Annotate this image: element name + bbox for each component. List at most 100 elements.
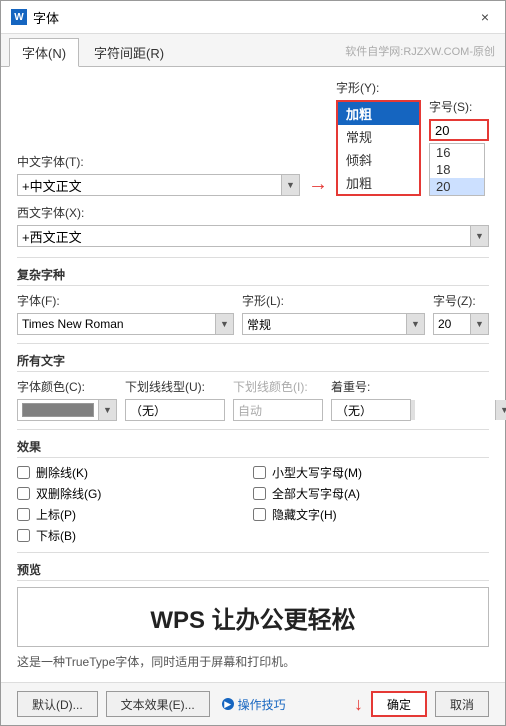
emphasis-input[interactable] [332,403,495,417]
complex-size-input[interactable] [434,317,470,331]
complex-font-select-wrap[interactable]: ▼ [17,313,234,335]
tab-spacing[interactable]: 字符间距(R) [81,38,177,66]
emphasis-label: 着重号: [331,378,411,395]
emphasis-wrap[interactable]: ▼ [331,399,411,421]
complex-font-label: 字体(F): [17,292,234,309]
superscript-checkbox[interactable] [17,508,30,521]
double-strikethrough-label: 双删除线(G) [36,485,101,502]
dialog-content: 中文字体(T): ▼ → 字形(Y): 加粗 常规 倾斜 加粗 [1,67,505,682]
checkbox-strikethrough: 删除线(K) [17,464,253,481]
underline-type-label: 下划线线型(U): [125,378,225,395]
small-caps-checkbox[interactable] [253,466,266,479]
size-label: 字号(S): [429,98,489,115]
small-caps-label: 小型大写字母(M) [272,464,362,481]
complex-style-arrow[interactable]: ▼ [406,314,424,334]
size-item-18[interactable]: 18 [430,161,484,178]
title-bar: W 字体 × [1,1,505,34]
style-option-bold[interactable]: 加粗 [338,102,419,125]
superscript-label: 上标(P) [36,506,76,523]
western-font-row: 西文字体(X): ▼ [17,204,489,247]
style-label: 字形(Y): [336,79,421,96]
size-item-16[interactable]: 16 [430,144,484,161]
style-option-italic[interactable]: 倾斜 [338,148,419,171]
default-button[interactable]: 默认(D)... [17,691,98,717]
complex-font-input[interactable] [18,317,215,331]
effects-label: 效果 [17,438,489,458]
complex-style-select-wrap[interactable]: ▼ [242,313,425,335]
complex-size-label: 字号(Z): [433,292,489,309]
bottom-buttons: 默认(D)... 文本效果(E)... ▶ 操作技巧 ↓ 确定 取消 [1,682,505,725]
complex-style-label: 字形(L): [242,292,425,309]
chinese-font-dropdown-arrow[interactable]: ▼ [281,175,299,195]
size-input-wrap[interactable] [429,119,489,141]
underline-color-wrap[interactable]: ▼ [233,399,323,421]
font-color-select-wrap[interactable]: ▼ [17,399,117,421]
complex-style-group: 字形(L): ▼ [242,292,425,335]
size-item-20[interactable]: 20 [430,178,484,195]
emphasis-arrow[interactable]: ▼ [495,400,506,420]
close-button[interactable]: × [475,7,495,27]
western-font-dropdown-arrow[interactable]: ▼ [470,226,488,246]
tab-font[interactable]: 字体(N) [9,38,79,67]
separator-1 [17,257,489,258]
western-font-group: 西文字体(X): ▼ [17,204,489,247]
ok-button[interactable]: 确定 [371,691,427,717]
tips-button[interactable]: ▶ 操作技巧 [218,696,290,713]
size-group: 字号(S): 16 18 20 [429,98,489,196]
checkbox-all-caps: 全部大写字母(A) [253,485,489,502]
title-bar-left: W 字体 [11,8,59,27]
preview-section-label: 预览 [17,561,489,581]
complex-font-group: 字体(F): ▼ [17,292,234,335]
chinese-font-input-wrap[interactable]: ▼ [17,174,300,196]
effects-right-col: 小型大写字母(M) 全部大写字母(A) 隐藏文字(H) [253,464,489,544]
confirm-arrow-icon: ↓ [354,691,363,717]
size-input[interactable] [431,123,471,138]
font-color-swatch [22,403,94,417]
preview-text: WPS 让办公更轻松 [150,600,355,635]
underline-type-wrap[interactable]: ▼ [125,399,225,421]
bottom-left-buttons: 默认(D)... 文本效果(E)... ▶ 操作技巧 [17,691,290,717]
style-option-bold2[interactable]: 加粗 [338,171,419,194]
strikethrough-checkbox[interactable] [17,466,30,479]
font-color-arrow[interactable]: ▼ [98,400,116,420]
subscript-label: 下标(B) [36,527,76,544]
checkbox-small-caps: 小型大写字母(M) [253,464,489,481]
checkbox-subscript: 下标(B) [17,527,253,544]
complex-size-arrow[interactable]: ▼ [470,314,488,334]
hidden-label: 隐藏文字(H) [272,506,337,523]
complex-style-input[interactable] [243,317,406,331]
all-caps-checkbox[interactable] [253,487,266,500]
separator-3 [17,429,489,430]
style-group: 字形(Y): 加粗 常规 倾斜 加粗 [336,79,421,196]
complex-font-arrow[interactable]: ▼ [215,314,233,334]
effects-left-col: 删除线(K) 双删除线(G) 上标(P) 下标(B) [17,464,253,544]
cancel-button[interactable]: 取消 [435,691,489,717]
chinese-font-label: 中文字体(T): [17,153,300,170]
app-icon: W [11,9,27,25]
hidden-checkbox[interactable] [253,508,266,521]
dialog-title: 字体 [33,8,59,27]
text-effect-button[interactable]: 文本效果(E)... [106,691,210,717]
all-text-label: 所有文字 [17,352,489,372]
font-color-label: 字体颜色(C): [17,378,117,395]
style-dropdown[interactable]: 加粗 常规 倾斜 加粗 [336,100,421,196]
complex-size-group: 字号(Z): ▼ [433,292,489,335]
chinese-font-group: 中文字体(T): ▼ [17,153,300,196]
western-font-input[interactable] [18,226,470,246]
effects-checkboxes: 删除线(K) 双删除线(G) 上标(P) 下标(B) 小型大 [17,464,489,544]
style-option-normal[interactable]: 常规 [338,125,419,148]
western-font-input-wrap[interactable]: ▼ [17,225,489,247]
bottom-right-buttons: ↓ 确定 取消 [354,691,489,717]
complex-size-select-wrap[interactable]: ▼ [433,313,489,335]
western-font-label: 西文字体(X): [17,204,489,221]
tab-bar: 字体(N) 字符间距(R) 软件自学网:RJZXW.COM-原创 [1,34,505,67]
separator-4 [17,552,489,553]
chinese-font-input[interactable] [18,175,281,195]
underline-color-label: 下划线颜色(I): [233,378,323,395]
double-strikethrough-checkbox[interactable] [17,487,30,500]
watermark: 软件自学网:RJZXW.COM-原创 [345,43,495,59]
font-dialog: W 字体 × 字体(N) 字符间距(R) 软件自学网:RJZXW.COM-原创 … [0,0,506,726]
separator-2 [17,343,489,344]
subscript-checkbox[interactable] [17,529,30,542]
complex-script-label: 复杂字种 [17,266,489,286]
